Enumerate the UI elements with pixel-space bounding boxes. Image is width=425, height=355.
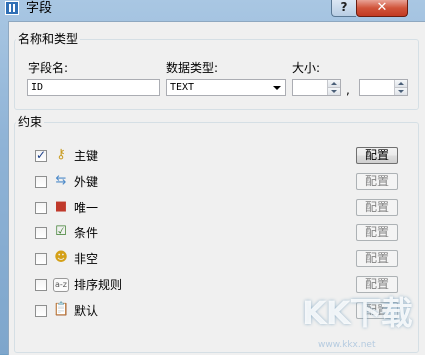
unique-label: 唯一: [74, 201, 99, 215]
unique-config-button[interactable]: 配置: [356, 199, 398, 216]
condition-checkbox[interactable]: [35, 227, 47, 239]
collation-checkbox[interactable]: [35, 279, 47, 291]
data-type-value: TEXT: [170, 82, 195, 93]
size-spinner-2[interactable]: [359, 79, 408, 96]
collation-label: 排序规则: [74, 278, 123, 292]
data-type-label: 数据类型:: [166, 61, 219, 75]
default-icon: 📋: [53, 302, 70, 317]
constraint-row-foreign-key: ⇆ 外键 配置: [9, 172, 412, 196]
dialog-window: 字段 ? ✕ 名称和类型 字段名: ID 数据类型: TEXT 大小: , 约束…: [0, 0, 425, 355]
foreign-key-icon: ⇆: [55, 173, 67, 188]
not-null-icon: ☻: [54, 250, 68, 265]
size-separator: ,: [346, 83, 350, 97]
spin-down-icon[interactable]: [328, 88, 340, 95]
condition-label: 条件: [74, 226, 99, 240]
foreign-key-label: 外键: [74, 175, 99, 189]
constraint-legend: 约束: [18, 115, 43, 129]
condition-icon: ☑: [55, 224, 67, 239]
primary-key-config-button[interactable]: 配置: [356, 147, 398, 164]
primary-key-label: 主键: [74, 149, 99, 163]
field-name-label: 字段名:: [28, 61, 69, 75]
not-null-label: 非空: [74, 252, 99, 266]
constraint-row-condition: ☑ 条件 配置: [9, 223, 412, 247]
size-label: 大小:: [292, 61, 321, 75]
watermark-logo: KK下载: [302, 294, 413, 332]
help-button[interactable]: ?: [331, 0, 356, 17]
dropdown-arrow-icon[interactable]: [273, 86, 281, 90]
foreign-key-config-button[interactable]: 配置: [356, 173, 398, 190]
field-name-input[interactable]: ID: [27, 79, 160, 96]
foreign-key-checkbox[interactable]: [35, 176, 47, 188]
close-button[interactable]: ✕: [356, 0, 408, 17]
spin-up-icon[interactable]: [328, 80, 340, 88]
primary-key-checkbox[interactable]: [35, 148, 47, 162]
constraint-row-not-null: ☻ 非空 配置: [9, 249, 412, 273]
constraint-row-unique: ■ 唯一 配置: [9, 198, 412, 222]
unique-checkbox[interactable]: [35, 202, 47, 214]
watermark-url: www.kkx.net: [318, 340, 376, 350]
app-icon: [5, 1, 19, 15]
size-spinner-1[interactable]: [292, 79, 341, 96]
collation-icon: a-z: [53, 278, 69, 292]
not-null-config-button[interactable]: 配置: [356, 250, 398, 267]
window-title: 字段: [26, 1, 53, 16]
name-type-legend: 名称和类型: [18, 32, 79, 46]
spin-down-icon[interactable]: [395, 88, 407, 95]
not-null-checkbox[interactable]: [35, 253, 47, 265]
size-spinner-2-buttons[interactable]: [394, 80, 407, 95]
size-spinner-1-buttons[interactable]: [327, 80, 340, 95]
condition-config-button[interactable]: 配置: [356, 224, 398, 241]
constraint-row-primary-key: ⚷ 主键 配置: [9, 146, 412, 170]
default-checkbox[interactable]: [35, 305, 47, 317]
unique-icon: ■: [54, 199, 68, 214]
default-label: 默认: [74, 304, 99, 318]
spin-up-icon[interactable]: [395, 80, 407, 88]
key-icon: ⚷: [56, 147, 66, 162]
data-type-combo[interactable]: TEXT: [166, 79, 286, 96]
title-bar[interactable]: 字段 ? ✕: [0, 0, 425, 18]
